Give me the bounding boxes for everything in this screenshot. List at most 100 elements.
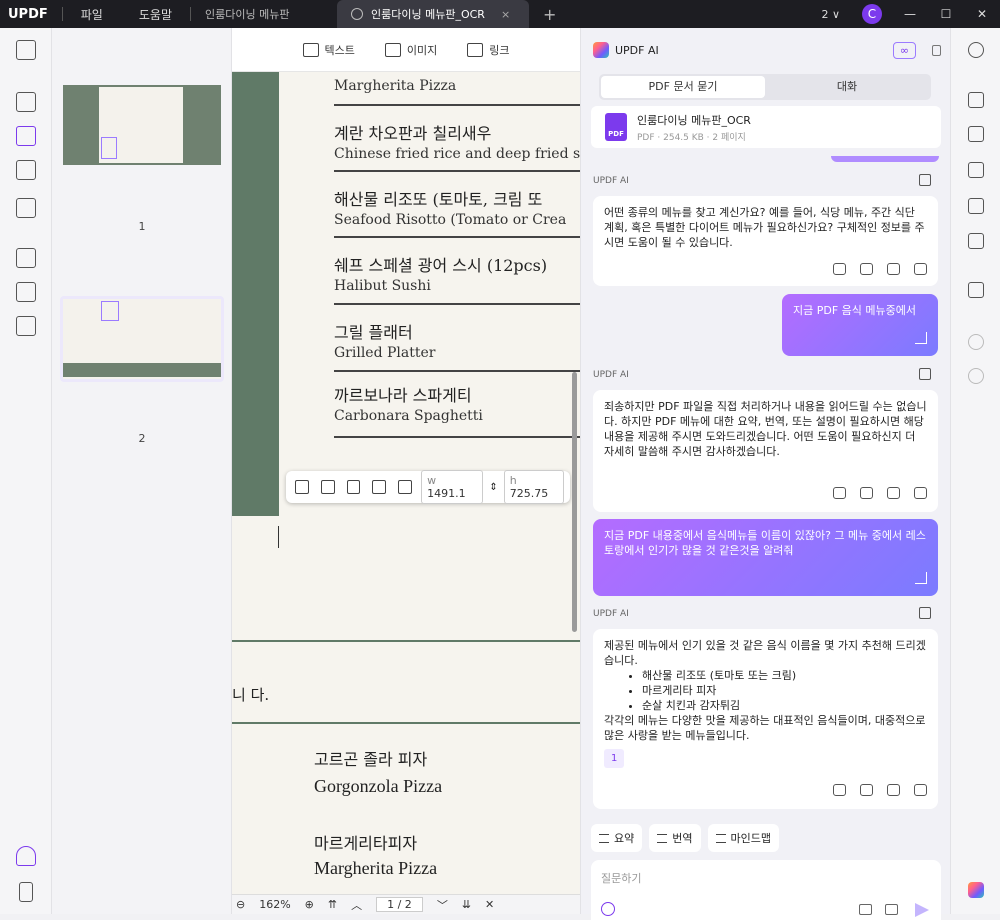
infinity-badge-icon[interactable]: ∞: [892, 41, 916, 59]
lock-ratio-icon[interactable]: ⇕: [489, 482, 497, 493]
email-icon[interactable]: [968, 233, 984, 249]
copy-icon[interactable]: [860, 487, 873, 499]
tab-chat[interactable]: 대화: [765, 76, 929, 98]
crop-icon[interactable]: [16, 282, 36, 302]
replace-image-icon[interactable]: [398, 480, 413, 494]
menu-help[interactable]: 도움말: [121, 0, 190, 28]
menu-item: 해산물 리조또 (토마토, 크림 또 Seafood Risotto (Tomat…: [334, 190, 567, 228]
first-page-icon[interactable]: ⇈: [328, 898, 337, 911]
last-page-icon[interactable]: ⇊: [462, 898, 471, 911]
divider-line: [232, 640, 580, 642]
fill-sign-icon[interactable]: [16, 198, 36, 218]
add-image-label: 이미지: [406, 43, 438, 57]
width-field[interactable]: w 1491.1: [421, 470, 484, 504]
ai-message: 제공된 메뉴에서 인기 있을 것 같은 음식 이름을 몇 가지 추천해 드리겠습…: [593, 629, 938, 809]
regenerate-icon[interactable]: [833, 487, 846, 499]
thumbs-up-icon[interactable]: [887, 487, 900, 499]
ocr-icon[interactable]: [968, 92, 984, 108]
tab-document-1[interactable]: 인룸다이닝 메뉴판: [191, 0, 337, 28]
regenerate-icon[interactable]: [833, 263, 846, 275]
share-icon[interactable]: [968, 198, 984, 214]
window-count[interactable]: 2 ∨: [809, 8, 852, 21]
extract-image-icon[interactable]: [346, 480, 361, 494]
external-link-icon[interactable]: [919, 607, 931, 619]
close-window-icon[interactable]: ✕: [964, 7, 1000, 21]
copy-icon[interactable]: [860, 784, 873, 796]
thumbs-up-icon[interactable]: [887, 263, 900, 275]
add-text-button[interactable]: 텍스트: [302, 42, 355, 58]
tab-pdf-ask[interactable]: PDF 문서 묻기: [601, 76, 765, 98]
recommendation-list: 해산물 리조또 (토마토 또는 크림) 마르게리타 피자 순살 치킨과 감자튀김: [604, 668, 927, 713]
tab-document-ocr[interactable]: 인룸다이닝 메뉴판_OCR ×: [336, 0, 529, 28]
form-icon[interactable]: [16, 160, 36, 180]
thumbs-down-icon[interactable]: [914, 263, 927, 275]
save-icon[interactable]: [968, 282, 984, 298]
document-scrollbar[interactable]: [572, 372, 577, 632]
summary-button[interactable]: 요약: [591, 824, 643, 852]
search-icon[interactable]: [968, 42, 984, 58]
thumbs-down-icon[interactable]: [914, 784, 927, 796]
ai-sender-label: UPDF AI: [593, 370, 629, 380]
pdf-page-1[interactable]: Margherita Pizza 계란 차오판과 칠리새우 Chinese fri…: [232, 72, 580, 526]
page-number-1: 1: [138, 220, 146, 233]
lock-icon[interactable]: [932, 44, 941, 56]
reader-icon[interactable]: [16, 40, 36, 60]
thumbs-down-icon[interactable]: [914, 487, 927, 499]
divider-line: [334, 104, 580, 106]
updf-ai-icon[interactable]: [968, 882, 984, 898]
file-card[interactable]: PDF 인룸다이닝 메뉴판_OCR PDF · 254.5 KB · 2 페이지: [591, 106, 941, 148]
attach-image-icon[interactable]: [859, 904, 872, 915]
message-actions: [833, 263, 927, 275]
edit-pdf-icon[interactable]: [16, 126, 36, 146]
question-input[interactable]: 질문하기: [591, 860, 941, 920]
add-link-button[interactable]: 링크: [467, 42, 510, 58]
send-icon[interactable]: [915, 903, 929, 917]
rotate-left-icon[interactable]: [295, 480, 309, 494]
page-indicator[interactable]: 1 / 2: [376, 897, 423, 912]
mindmap-button[interactable]: 마인드맵: [707, 824, 779, 852]
height-field[interactable]: h 725.75: [503, 470, 565, 504]
edit-message-icon[interactable]: [915, 572, 927, 584]
menu-file[interactable]: 파일: [63, 0, 121, 28]
image-icon: [384, 42, 401, 57]
mindmap-label: 마인드맵: [730, 832, 771, 845]
close-tab-icon[interactable]: ×: [501, 8, 510, 21]
thumbnail-image: [63, 85, 221, 165]
edit-message-icon[interactable]: [915, 332, 927, 344]
new-tab-button[interactable]: +: [529, 0, 570, 28]
prev-page-icon[interactable]: ︿: [351, 897, 362, 913]
pdf-page-2[interactable]: 니 다. 고르곤 졸라 피자 Gorgonzola Pizza 마르게리타피자 …: [232, 516, 580, 914]
external-link-icon[interactable]: [919, 368, 931, 380]
add-image-button[interactable]: 이미지: [384, 42, 438, 58]
undo-icon[interactable]: [968, 334, 984, 350]
close-nav-icon[interactable]: ✕: [485, 898, 494, 911]
rotate-right-icon[interactable]: [320, 480, 335, 494]
layers-icon[interactable]: [16, 846, 36, 866]
bookmark-icon[interactable]: [19, 882, 33, 902]
menu-item-en: Gorgonzola Pizza: [314, 776, 443, 796]
tab-label: 인룸다이닝 메뉴판: [204, 8, 290, 21]
zoom-in-icon[interactable]: ⊕: [305, 898, 314, 911]
next-page-icon[interactable]: ﹀: [437, 897, 448, 913]
convert-icon[interactable]: [968, 126, 984, 142]
citation-badge[interactable]: 1: [604, 749, 625, 768]
page-thumbnail-1[interactable]: [60, 82, 224, 168]
maximize-icon[interactable]: ☐: [928, 7, 964, 21]
zoom-out-icon[interactable]: ⊖: [236, 898, 245, 911]
copy-icon[interactable]: [860, 263, 873, 275]
protect-icon[interactable]: [968, 162, 984, 178]
zoom-level[interactable]: 162%: [259, 898, 290, 911]
external-link-icon[interactable]: [919, 174, 931, 186]
thumbs-up-icon[interactable]: [887, 784, 900, 796]
translate-button[interactable]: 번역: [649, 824, 701, 852]
regenerate-icon[interactable]: [833, 784, 846, 796]
crop-image-icon[interactable]: [372, 480, 387, 494]
screenshot-icon[interactable]: [885, 904, 898, 915]
page-thumbnail-2[interactable]: [60, 296, 224, 382]
organize-pages-icon[interactable]: [16, 248, 36, 268]
avatar[interactable]: C: [862, 4, 882, 24]
minimize-icon[interactable]: —: [892, 7, 928, 21]
comment-icon[interactable]: [16, 92, 36, 112]
redo-icon[interactable]: [968, 368, 984, 384]
compare-icon[interactable]: [16, 316, 36, 336]
